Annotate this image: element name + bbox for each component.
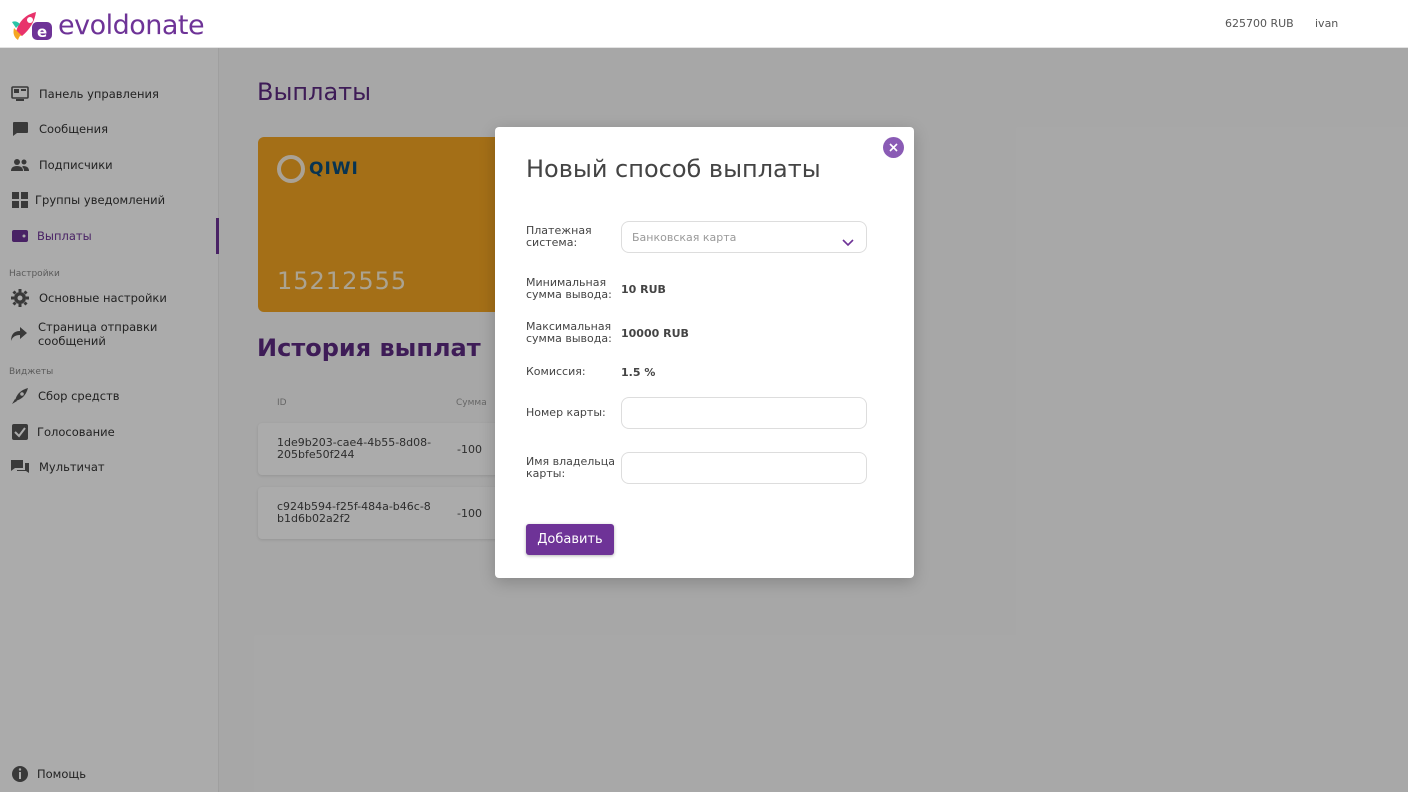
max-amount-label: Максимальная сумма вывода: xyxy=(526,320,612,345)
logo-text: evoldonate xyxy=(58,9,205,41)
max-amount-value: 10000 RUB xyxy=(621,327,689,340)
close-button[interactable] xyxy=(883,137,904,158)
payment-system-label: Платежная система: xyxy=(526,224,592,249)
commission-label: Комиссия: xyxy=(526,365,586,378)
rocket-logo-icon: e xyxy=(10,8,54,42)
chevron-down-icon xyxy=(842,232,854,251)
add-button[interactable]: Добавить xyxy=(526,524,614,555)
card-number-label: Номер карты: xyxy=(526,406,606,419)
payment-system-select[interactable]: Банковская карта xyxy=(621,221,867,253)
close-icon xyxy=(889,143,898,152)
username-menu[interactable]: ivan xyxy=(1315,17,1338,30)
logo[interactable]: e evoldonate xyxy=(10,8,205,42)
card-number-input[interactable] xyxy=(621,397,867,429)
svg-text:e: e xyxy=(37,23,47,41)
payment-system-value: Банковская карта xyxy=(632,230,737,244)
commission-value: 1.5 % xyxy=(621,366,656,379)
card-owner-input[interactable] xyxy=(621,452,867,484)
min-amount-value: 10 RUB xyxy=(621,283,666,296)
new-payout-modal: Новый способ выплаты Платежная система: … xyxy=(495,127,914,578)
min-amount-label: Минимальная сумма вывода: xyxy=(526,276,612,301)
card-owner-label: Имя владельца карты: xyxy=(526,455,616,480)
balance: 625700 RUB xyxy=(1225,17,1294,30)
top-header: e evoldonate 625700 RUB ivan xyxy=(0,0,1408,48)
modal-title: Новый способ выплаты xyxy=(526,155,821,183)
